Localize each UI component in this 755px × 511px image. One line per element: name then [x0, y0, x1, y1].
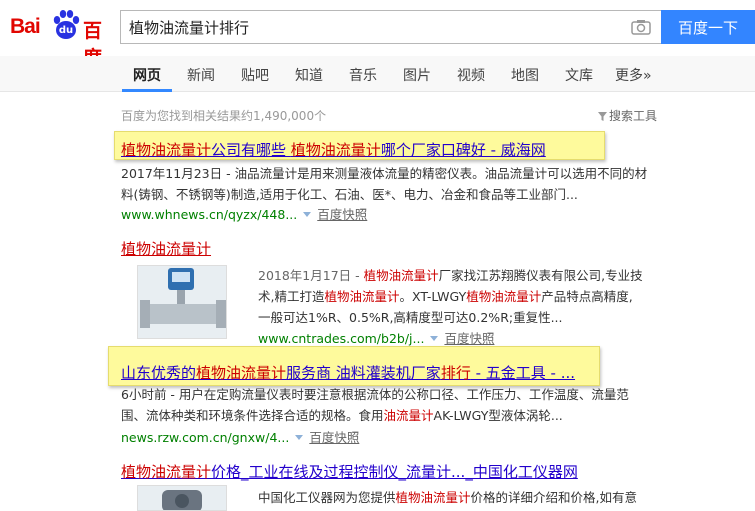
title-keyword: 排行 [440, 364, 471, 382]
abstract-keyword: 植物油流量计 [324, 289, 400, 304]
snapshot-link[interactable]: 百度快照 [317, 207, 367, 222]
tab-tieba[interactable]: 贴吧 [241, 65, 269, 85]
result-2-abstract: 2018年1月17日 - 植物油流量计厂家找江苏翔腾仪表有限公司,专业技 术,精… [258, 265, 658, 328]
camera-icon[interactable] [631, 19, 651, 35]
logo-latin: Bai [10, 15, 41, 38]
tab-video[interactable]: 视频 [457, 65, 485, 85]
result-thumbnail[interactable] [137, 485, 227, 511]
title-text: 山东优秀的 [121, 364, 197, 382]
result-url[interactable]: news.rzw.com.cn/gnxw/4... [121, 430, 289, 445]
abstract-keyword: 植物油流量计 [363, 268, 439, 283]
result-thumbnail[interactable] [137, 265, 227, 339]
logo-paw-text: du [58, 25, 74, 36]
abstract-line: 中国化工仪器网为您提供植物油流量计价格的详细介绍和价格,如有意 [258, 487, 658, 508]
result-3-abstract: 6小时前 - 用户在定购流量仪表时要注意根据流体的公称口径、工作压力、工作温度、… [121, 384, 661, 426]
abstract-line: 术,精工打造植物油流量计。XT-LWGY植物油流量计产品特点高精度, [258, 286, 658, 307]
search-button[interactable]: 百度一下 [661, 10, 755, 44]
abstract-line: 6小时前 - 用户在定购流量仪表时要注意根据流体的公称口径、工作压力、工作温度、… [121, 387, 629, 402]
abstract-keyword: 植物油流量计 [395, 490, 471, 505]
snapshot-link[interactable]: 百度快照 [444, 331, 494, 346]
result-1-title[interactable]: 植物油流量计公司有哪些 植物油流量计哪个厂家口碑好 - 威海网 [121, 139, 546, 160]
abstract-line: 2018年1月17日 - 植物油流量计厂家找江苏翔腾仪表有限公司,专业技 [258, 265, 658, 286]
abstract-text: 产品特点高精度, [541, 289, 633, 304]
result-4-abstract: 中国化工仪器网为您提供植物油流量计价格的详细介绍和价格,如有意 [258, 487, 658, 508]
abstract-text: 术,精工打造 [258, 289, 325, 304]
result-title-link[interactable]: 山东优秀的植物油流量计服务商 油料灌装机厂家排行 - 五金工具 - ... [121, 364, 575, 382]
tab-images[interactable]: 图片 [403, 65, 431, 85]
abstract-text: 围、流体种类和环境条件选择合适的规格。食用 [121, 408, 384, 423]
tab-map[interactable]: 地图 [511, 65, 539, 85]
active-tab-indicator [122, 89, 172, 92]
result-3-title[interactable]: 山东优秀的植物油流量计服务商 油料灌装机厂家排行 - 五金工具 - ... [121, 362, 575, 383]
title-text: 价格_工业在线及过程控制仪_流量计..._中国化工仪器网 [211, 463, 578, 481]
product-image [138, 486, 226, 510]
filter-icon [598, 112, 607, 121]
abstract-line: 围、流体种类和环境条件选择合适的规格。食用油流量计AK-LWGY型液体涡轮... [121, 405, 661, 426]
result-2-title[interactable]: 植物油流量计 [121, 238, 211, 259]
abstract-line: 2017年11月23日 - 油品流量计是用来测量液体流量的精密仪表。油品流量计可… [121, 166, 648, 181]
dropdown-arrow-icon[interactable] [430, 335, 439, 341]
result-title-link[interactable]: 植物油流量计公司有哪些 植物油流量计哪个厂家口碑好 - 威海网 [121, 141, 546, 159]
tab-news[interactable]: 新闻 [187, 65, 215, 85]
tab-wenku[interactable]: 文库 [565, 65, 593, 85]
abstract-line: 一般可达1%R、0.5%R,高精度型可达0.2%R;重复性... [258, 310, 563, 325]
title-keyword: 植物油流量计 [290, 141, 381, 159]
dropdown-arrow-icon[interactable] [303, 211, 312, 217]
abstract-text: 厂家找江苏翔腾仪表有限公司,专业技 [438, 268, 643, 283]
title-text: 哪个厂家口碑好 - 威海网 [380, 141, 546, 159]
header: Bai du 百度 百度一下 [0, 0, 755, 69]
title-keyword: 植物油流量计 [121, 141, 212, 159]
title-text: 公司有哪些 [211, 141, 291, 159]
abstract-text: 中国化工仪器网为您提供 [258, 490, 396, 505]
search-input[interactable] [129, 11, 619, 43]
tab-music[interactable]: 音乐 [349, 65, 377, 85]
result-title-link[interactable]: 植物油流量计 [121, 240, 211, 258]
snapshot-link[interactable]: 百度快照 [309, 430, 359, 445]
result-url[interactable]: www.cntrades.com/b2b/j... [258, 331, 424, 346]
result-4-title[interactable]: 植物油流量计价格_工业在线及过程控制仪_流量计..._中国化工仪器网 [121, 461, 578, 482]
tab-web[interactable]: 网页 [133, 65, 161, 85]
result-title-link[interactable]: 植物油流量计价格_工业在线及过程控制仪_流量计..._中国化工仪器网 [121, 463, 578, 481]
title-keyword: 植物油流量计 [121, 463, 212, 481]
tab-zhidao[interactable]: 知道 [295, 65, 323, 85]
baidu-logo[interactable]: Bai du 百度 [10, 8, 114, 69]
result-1-url-row: www.whnews.cn/qyzx/448... 百度快照 [121, 204, 367, 223]
search-tools[interactable]: 搜索工具 [598, 107, 657, 124]
flowmeter-image [138, 266, 226, 338]
abstract-text: AK-LWGY型液体涡轮... [433, 408, 563, 423]
title-keyword: 植物油流量计 [196, 364, 287, 382]
result-count: 百度为您找到相关结果约1,490,000个 [121, 109, 327, 123]
result-3-url-row: news.rzw.com.cn/gnxw/4... 百度快照 [121, 427, 359, 446]
abstract-line: 料(铸钢、不锈钢等)制造,适用于化工、石油、医*、电力、冶金和食品等工业部门..… [121, 187, 578, 202]
result-2-url-row: www.cntrades.com/b2b/j... 百度快照 [258, 328, 494, 347]
title-text: - 五金工具 - ... [470, 364, 576, 382]
search-box [120, 10, 661, 44]
dropdown-arrow-icon[interactable] [295, 434, 304, 440]
search-tabs: 网页 新闻 贴吧 知道 音乐 图片 视频 地图 文库 更多» [0, 56, 755, 92]
search-tools-label: 搜索工具 [609, 109, 658, 123]
abstract-text: 。XT-LWGY [399, 289, 467, 304]
abstract-keyword: 植物油流量计 [466, 289, 542, 304]
abstract-date: 2018年1月17日 - [258, 268, 364, 283]
abstract-text: 价格的详细介绍和价格,如有意 [470, 490, 638, 505]
result-1-abstract: 2017年11月23日 - 油品流量计是用来测量液体流量的精密仪表。油品流量计可… [121, 163, 661, 205]
tab-more[interactable]: 更多» [615, 65, 652, 85]
abstract-keyword: 油流量计 [383, 408, 434, 423]
title-text: 服务商 油料灌装机厂家 [286, 364, 441, 382]
result-url[interactable]: www.whnews.cn/qyzx/448... [121, 207, 297, 222]
